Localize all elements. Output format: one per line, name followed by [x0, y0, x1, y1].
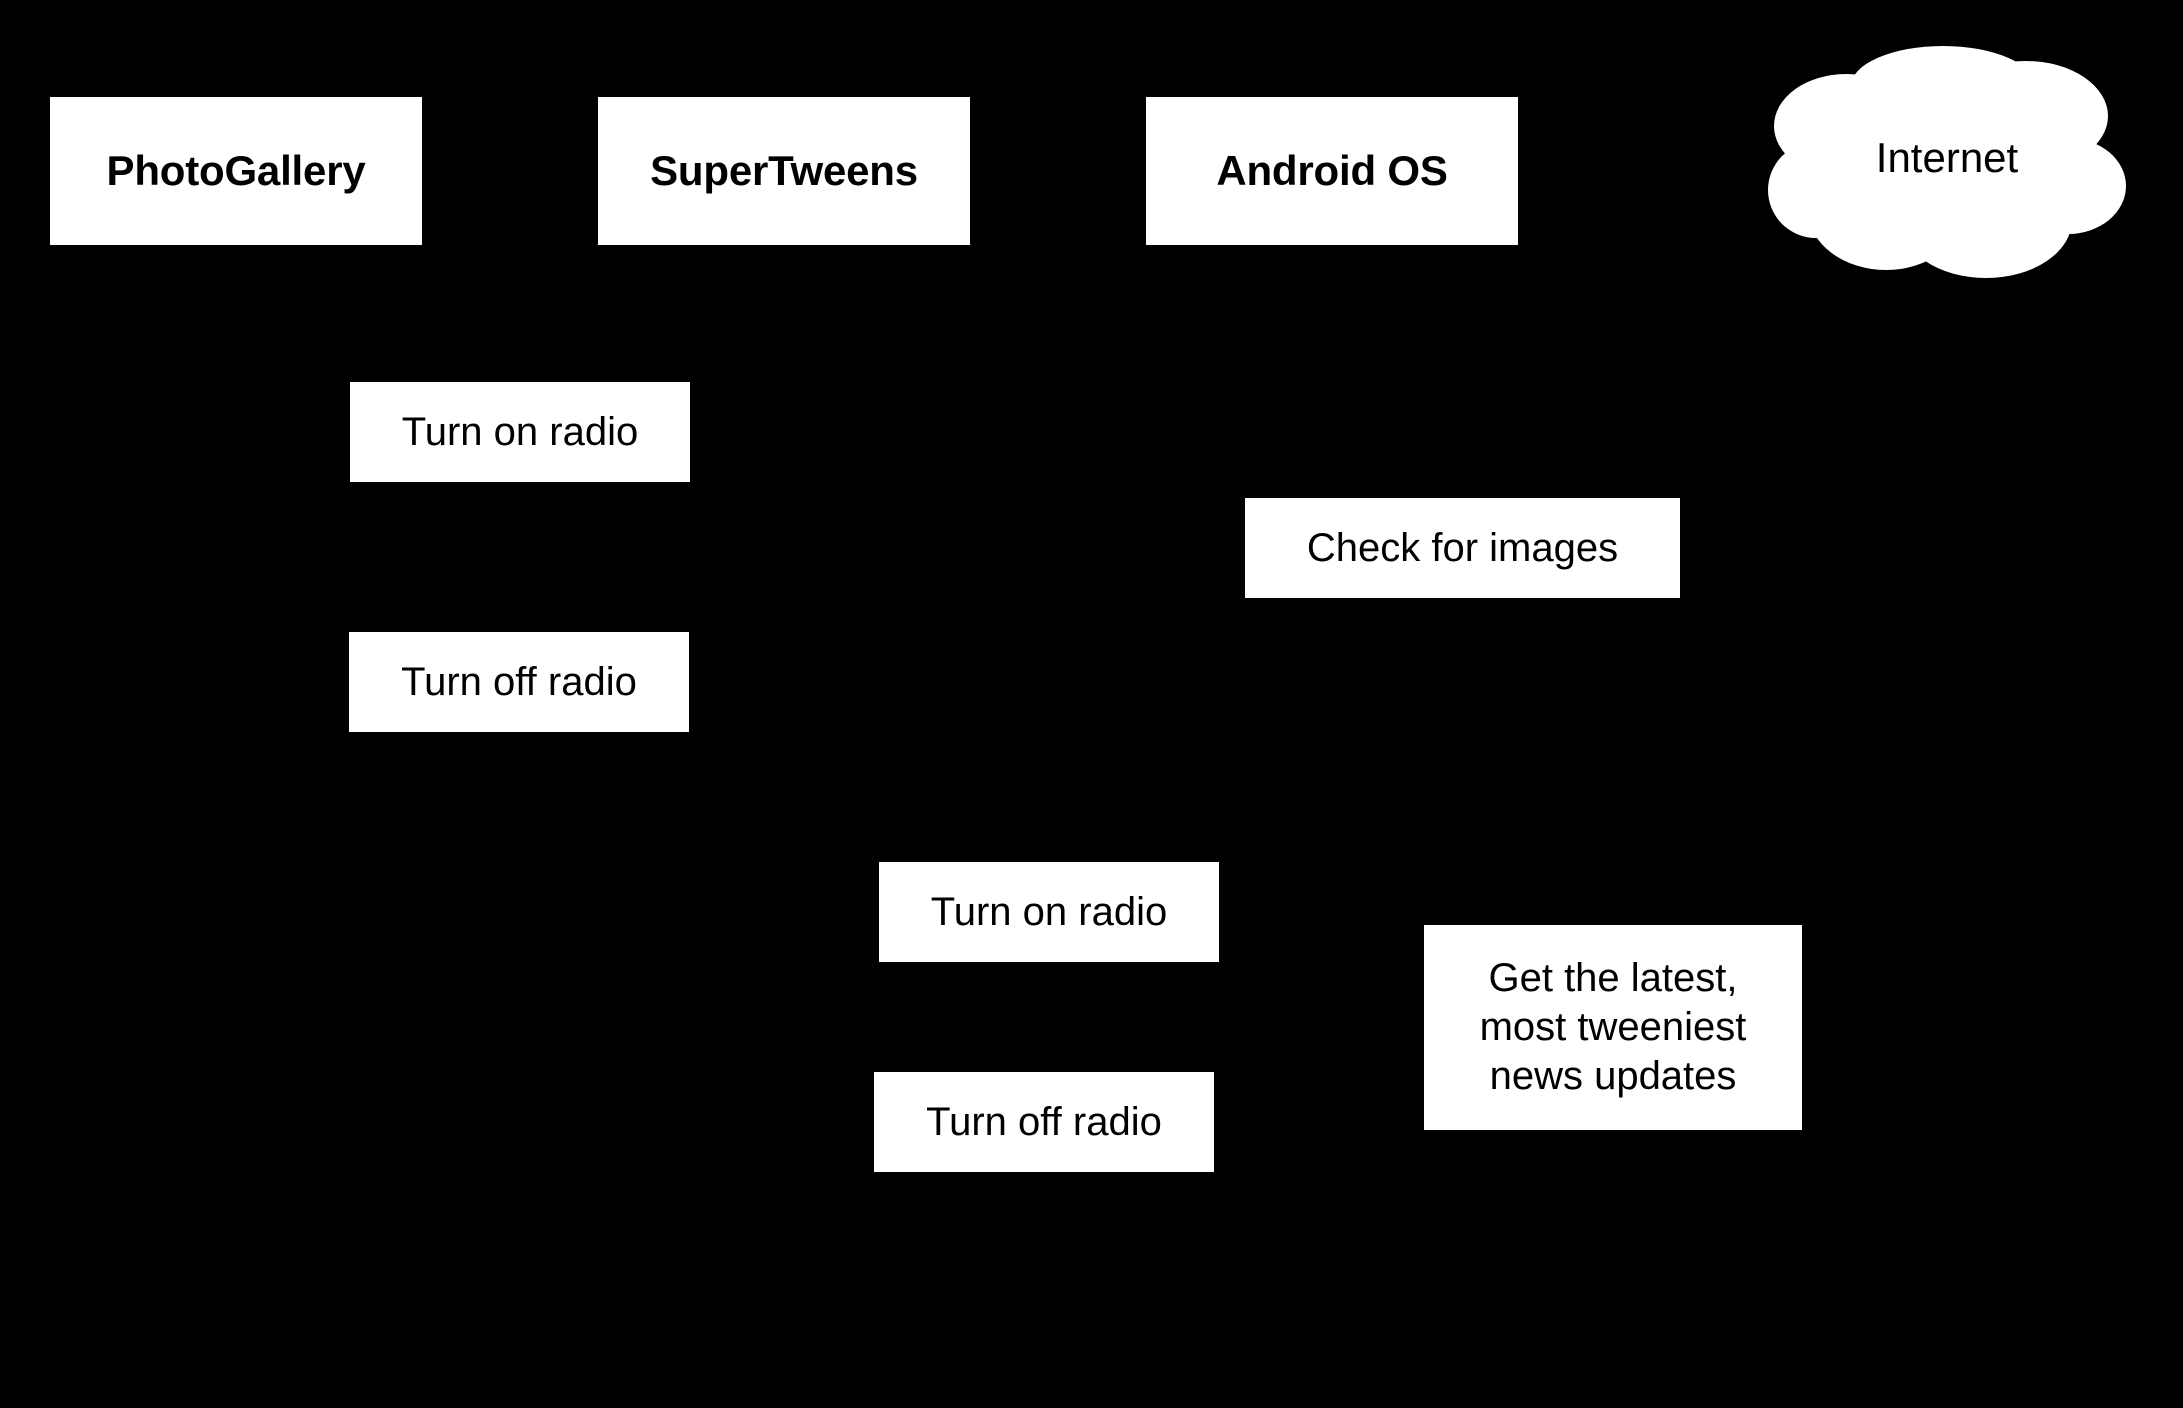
participant-label-supertweens: SuperTweens: [650, 147, 918, 194]
message-text-get-latest-news: Get the latest, most tweeniest news upda…: [1480, 954, 1747, 1100]
participant-photogallery[interactable]: PhotoGallery: [50, 97, 422, 245]
message-text-check-for-images: Check for images: [1306, 526, 1619, 570]
message-arrowhead-check-for-images: [1914, 539, 1932, 557]
message-text-turn-on-radio-1: Turn on radio: [401, 410, 639, 454]
participant-androidos[interactable]: Android OS: [1146, 97, 1518, 245]
activation-supertweens: [769, 410, 799, 1140]
message-label-get-latest-news[interactable]: Get the latest, most tweeniest news upda…: [1424, 925, 1802, 1130]
message-text-line-1: Get the latest,: [1488, 956, 1738, 1001]
message-text-line-3: news updates: [1489, 1053, 1737, 1098]
message-text-turn-off-radio-2: Turn off radio: [926, 1100, 1162, 1144]
message-arrowhead-turn-on-radio-2: [751, 903, 769, 921]
message-arrowhead-turn-off-radio-1: [251, 673, 269, 691]
participant-label-internet: Internet: [1875, 134, 2019, 181]
participant-supertweens[interactable]: SuperTweens: [598, 97, 970, 245]
sequence-diagram-canvas: PhotoGallery SuperTweens Android OS Inte…: [0, 0, 2183, 1408]
message-line-turn-on-radio-2: [251, 911, 769, 914]
message-line-turn-off-radio-2: [251, 1121, 769, 1124]
participant-label-androidos: Android OS: [1216, 147, 1448, 194]
message-text-turn-on-radio-2: Turn on radio: [930, 890, 1168, 934]
activation-photogallery: [221, 382, 251, 1142]
activation-internet: [1932, 548, 1962, 1048]
message-label-turn-off-radio-2[interactable]: Turn off radio: [874, 1072, 1214, 1172]
message-label-turn-off-radio-1[interactable]: Turn off radio: [349, 632, 689, 732]
participant-internet[interactable]: Internet: [1768, 38, 2126, 278]
participant-label-photogallery: PhotoGallery: [106, 147, 366, 194]
message-text-line-2: most tweeniest: [1479, 1005, 1747, 1050]
message-arrowhead-get-latest-news: [1914, 1019, 1932, 1037]
message-text-turn-off-radio-1: Turn off radio: [401, 660, 637, 704]
message-arrowhead-turn-off-radio-2: [251, 1113, 269, 1131]
message-label-check-for-images[interactable]: Check for images: [1245, 498, 1680, 598]
message-label-turn-on-radio-2[interactable]: Turn on radio: [879, 862, 1219, 962]
message-arrowhead-turn-on-radio-1: [751, 423, 769, 441]
message-label-turn-on-radio-1[interactable]: Turn on radio: [350, 382, 690, 482]
